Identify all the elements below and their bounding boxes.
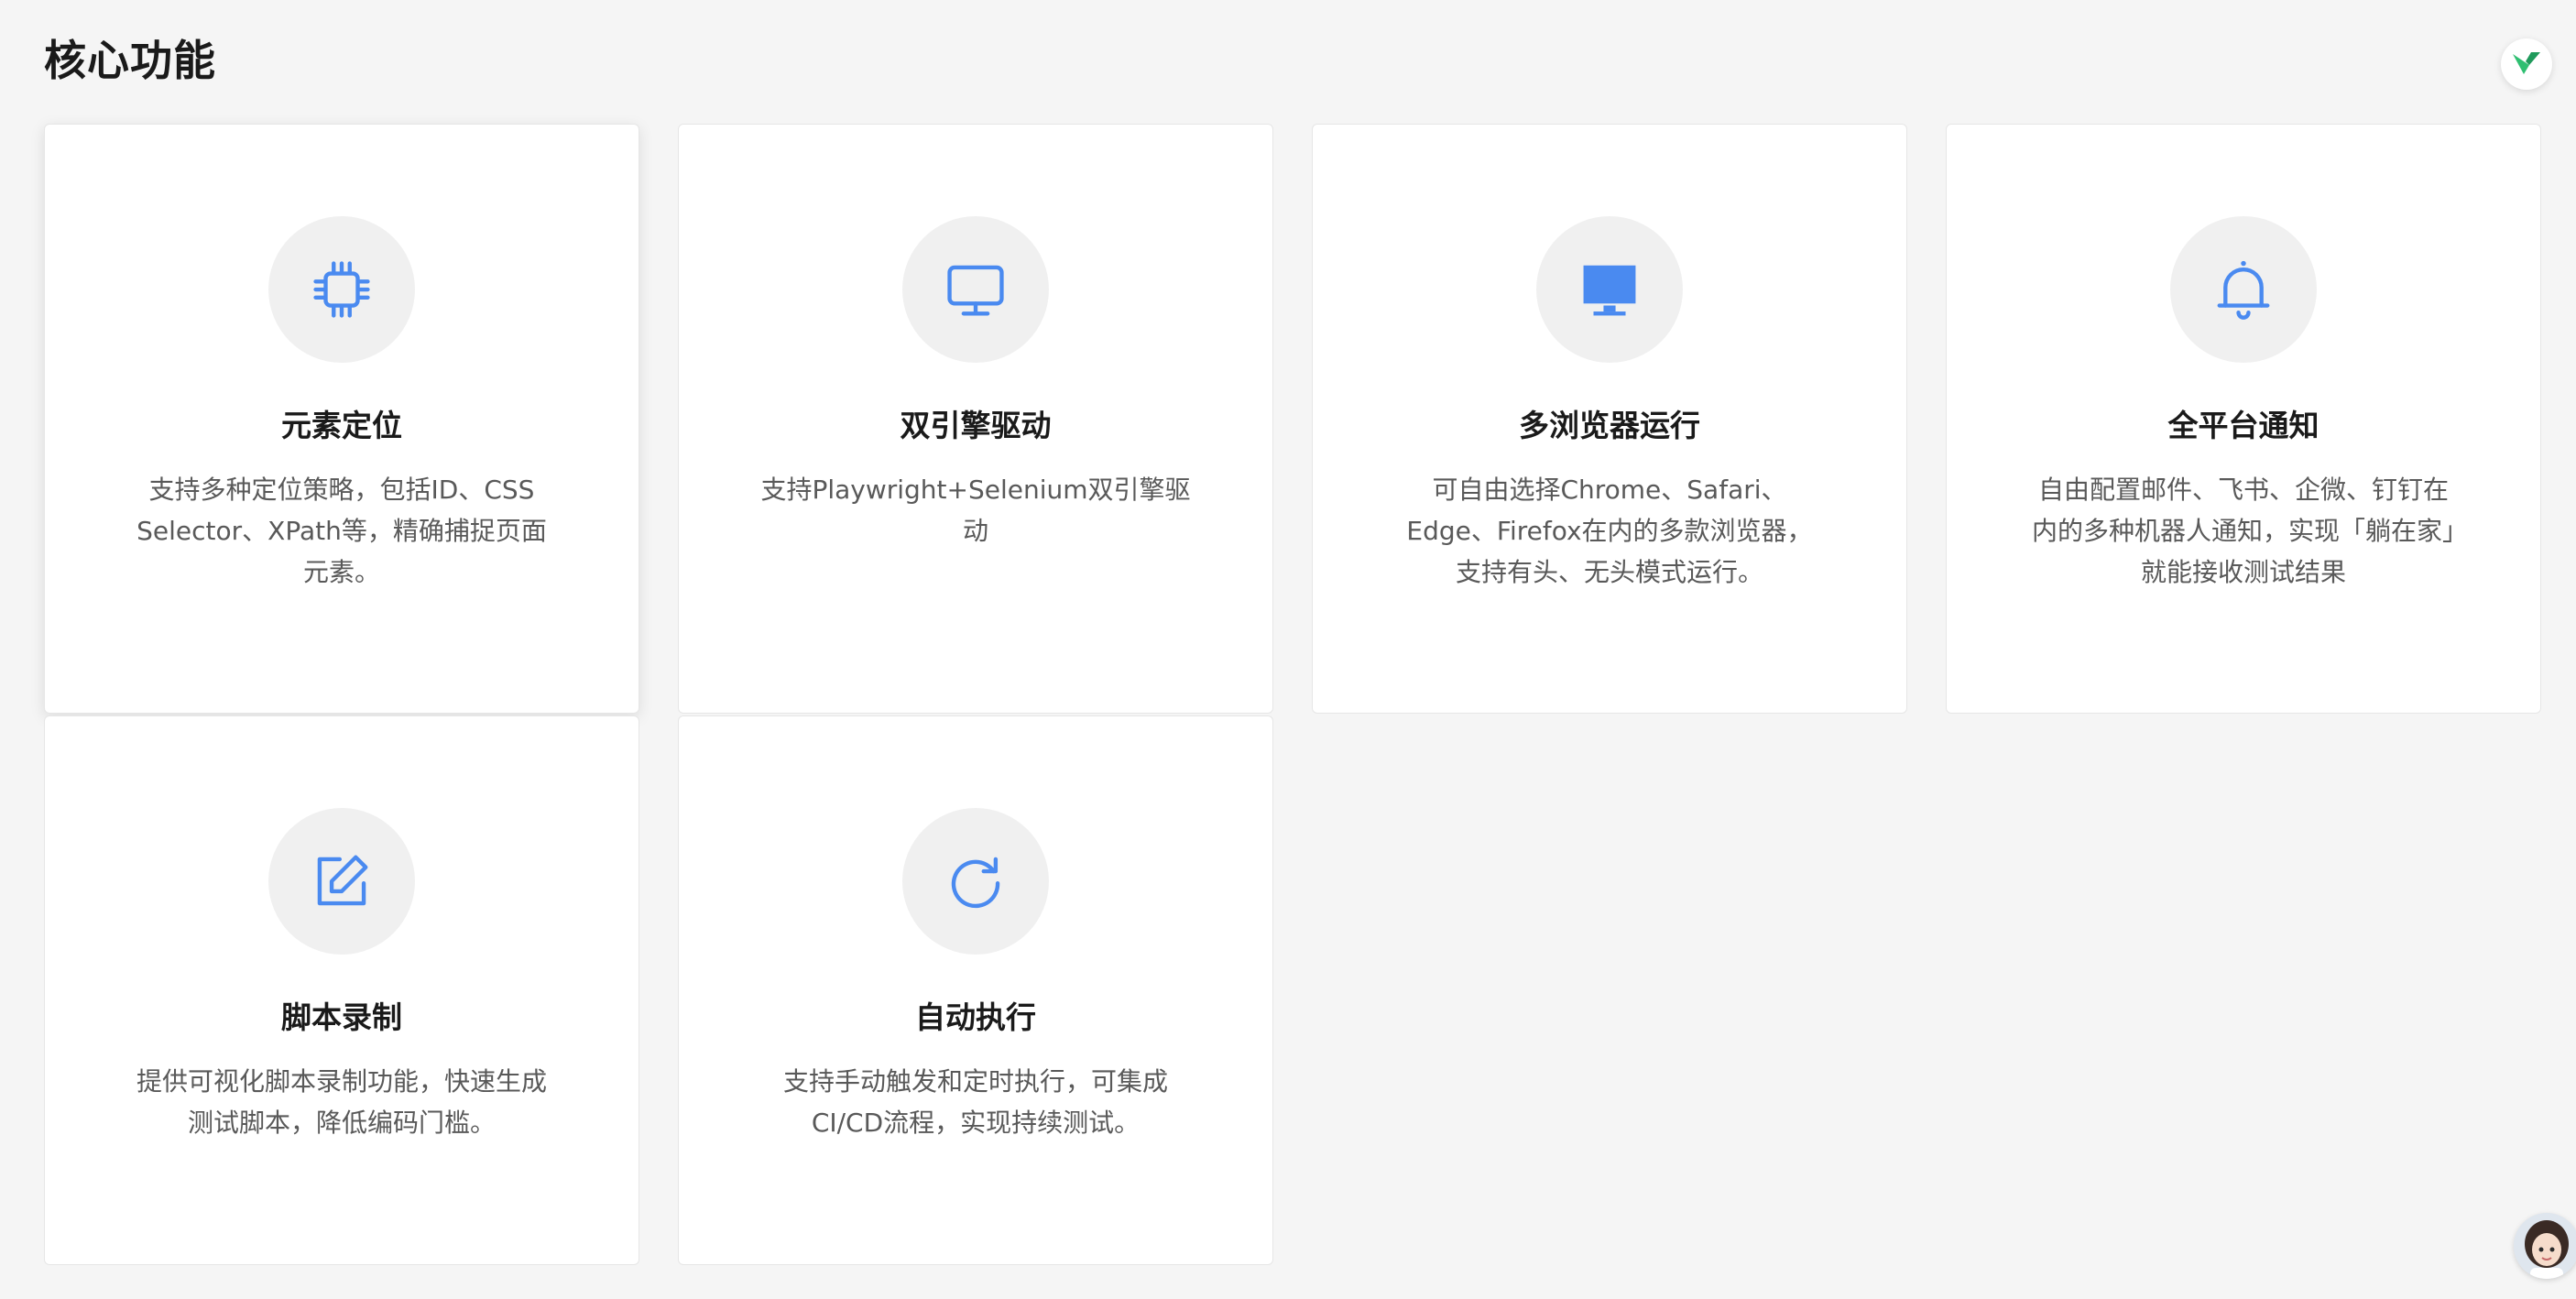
feature-description: 可自由选择Chrome、Safari、Edge、Firefox在内的多款浏览器，…	[1406, 475, 1813, 587]
feature-card-script-recording[interactable]: 脚本录制 提供可视化脚本录制功能，快速生成测试脚本，降低编码门槛。	[44, 715, 639, 1265]
monitor-outline-icon	[947, 265, 1004, 316]
feature-icon-wrapper	[902, 808, 1049, 955]
feature-card-dual-engine[interactable]: 双引擎驱动 支持Playwright+Selenium双引擎驱动	[678, 124, 1273, 714]
feature-description: 自由配置邮件、飞书、企微、钉钉在内的多种机器人通知，实现「躺在家」就能接收测试结…	[2031, 475, 2455, 587]
feature-grid: 元素定位 支持多种定位策略，包括ID、CSS Selector、XPath等，精…	[44, 124, 2541, 1265]
assistant-avatar[interactable]	[2514, 1213, 2576, 1279]
brand-v-icon	[2513, 52, 2540, 74]
feature-description: 支持多种定位策略，包括ID、CSS Selector、XPath等，精确捕捉页面…	[136, 475, 547, 587]
feature-title: 多浏览器运行	[1519, 408, 1700, 443]
cpu-chip-icon	[313, 261, 370, 318]
feature-description: 支持Playwright+Selenium双引擎驱动	[760, 475, 1191, 546]
feature-card-auto-execution[interactable]: 自动执行 支持手动触发和定时执行，可集成CI/CD流程，实现持续测试。	[678, 715, 1273, 1265]
avatar-girl-icon	[2514, 1213, 2576, 1279]
feature-description: 提供可视化脚本录制功能，快速生成测试脚本，降低编码门槛。	[136, 1066, 547, 1138]
page-title: 核心功能	[44, 36, 216, 85]
feature-title: 自动执行	[915, 999, 1036, 1035]
feature-icon-wrapper	[1536, 216, 1683, 363]
feature-title: 全平台通知	[2167, 408, 2319, 443]
feature-title: 双引擎驱动	[900, 408, 1052, 443]
feature-title: 元素定位	[281, 408, 402, 443]
feature-icon-wrapper	[268, 808, 415, 955]
feature-icon-wrapper	[268, 216, 415, 363]
feature-icon-wrapper	[902, 216, 1049, 363]
feature-description: 支持手动触发和定时执行，可集成CI/CD流程，实现持续测试。	[782, 1066, 1168, 1138]
monitor-filled-icon	[1583, 265, 1636, 316]
feature-card-element-locating[interactable]: 元素定位 支持多种定位策略，包括ID、CSS Selector、XPath等，精…	[44, 124, 639, 714]
feature-title: 脚本录制	[281, 999, 402, 1035]
bell-icon	[2217, 260, 2270, 320]
feature-card-notification[interactable]: 全平台通知 自由配置邮件、飞书、企微、钉钉在内的多种机器人通知，实现「躺在家」就…	[1946, 124, 2541, 714]
edit-icon	[317, 855, 368, 906]
refresh-icon	[951, 857, 1000, 909]
feature-icon-wrapper	[2170, 216, 2317, 363]
brand-logo[interactable]	[2501, 38, 2552, 90]
feature-card-multi-browser[interactable]: 多浏览器运行 可自由选择Chrome、Safari、Edge、Firefox在内…	[1312, 124, 1907, 714]
